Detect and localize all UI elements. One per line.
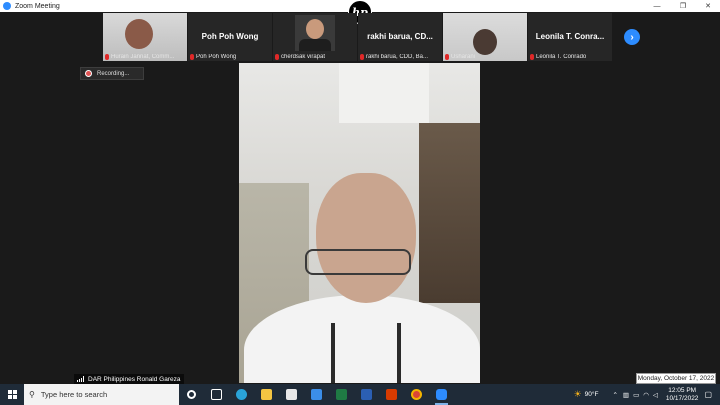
participant-tile[interactable]: rakhi barua, CD... rakhi barua, CDD, Ba.… (358, 13, 442, 61)
participant-display-name: Leonila T. Conra... (535, 32, 605, 41)
battery-icon[interactable]: ▭ (633, 391, 639, 399)
next-page-button[interactable]: › (624, 29, 640, 45)
participant-name: cherdsak virapat (281, 54, 326, 60)
participant-tile[interactable]: Usharani (443, 13, 527, 61)
network-icon[interactable]: ▥ (623, 391, 629, 399)
store-icon[interactable] (279, 384, 304, 405)
restore-button[interactable]: ❐ (671, 0, 695, 12)
participant-display-name: rakhi barua, CD... (367, 32, 433, 41)
close-button[interactable]: ✕ (696, 0, 720, 12)
clock-date: 10/17/2022 (665, 394, 699, 402)
recording-label: Recording... (97, 70, 130, 77)
windows-logo-icon (7, 390, 17, 399)
participant-tile[interactable]: Hurain Jannat, Comm... (103, 13, 187, 61)
participant-display-name: Poh Poh Wong (201, 32, 259, 41)
active-speaker-video (239, 63, 480, 383)
mic-muted-icon (445, 54, 449, 60)
participant-video (125, 19, 153, 49)
minimize-button[interactable]: — (645, 0, 669, 12)
volume-icon[interactable]: ◁ (653, 391, 658, 399)
zoom-app-icon (3, 2, 11, 10)
task-view-icon[interactable] (204, 384, 229, 405)
participant-video (473, 29, 497, 55)
signal-bars-icon (77, 376, 85, 382)
date-tooltip: Monday, October 17, 2022 (636, 373, 716, 384)
word-icon[interactable] (354, 384, 379, 405)
clock-time: 12:05 PM (668, 386, 697, 394)
recording-indicator[interactable]: Recording... (80, 67, 144, 80)
search-placeholder: Type here to search (40, 390, 108, 399)
taskbar-clock[interactable]: 12:05 PM 10/17/2022 (666, 387, 699, 403)
search-icon: ⚲ (29, 390, 35, 399)
office-icon[interactable] (379, 384, 404, 405)
speaker-name: DAR Philippines Ronald Gareza (88, 375, 181, 383)
participant-name: Usharani (451, 54, 476, 60)
weather-temp[interactable]: 90°F (585, 391, 599, 398)
system-tray: ☀ 90°F ⌃ ▥ ▭ ◠ ◁ 12:05 PM 10/17/2022 ▢ (574, 384, 720, 405)
cortana-icon[interactable] (179, 384, 204, 405)
participant-name: Leonila T. Conrado (536, 54, 587, 60)
mic-muted-icon (275, 54, 279, 60)
excel-icon[interactable] (329, 384, 354, 405)
mic-muted-icon (530, 54, 534, 60)
taskbar-search[interactable]: ⚲ Type here to search (24, 384, 179, 405)
participant-tile[interactable]: cherdsak virapat (273, 13, 357, 61)
mic-muted-icon (105, 54, 109, 60)
edge-icon[interactable] (229, 384, 254, 405)
mic-muted-icon (190, 54, 194, 60)
chrome-icon[interactable] (404, 384, 429, 405)
participant-tile[interactable]: Poh Poh Wong Poh Poh Wong (188, 13, 272, 61)
windows-taskbar: ⚲ Type here to search ☀ 90°F ⌃ ▥ ▭ ◠ ◁ 1… (0, 384, 720, 405)
notification-icon[interactable]: ▢ (704, 390, 712, 399)
participant-name: rakhi barua, CDD, Ba... (366, 54, 429, 60)
mic-muted-icon (360, 54, 364, 60)
participant-name: Poh Poh Wong (196, 54, 237, 60)
participant-name: Hurain Jannat, Comm... (111, 54, 175, 60)
zoom-taskbar-icon[interactable] (429, 384, 454, 405)
file-explorer-icon[interactable] (254, 384, 279, 405)
record-icon (85, 70, 92, 77)
start-button[interactable] (0, 384, 24, 405)
participant-gallery: Hurain Jannat, Comm... Poh Poh Wong Poh … (103, 13, 613, 61)
meeting-stage: hp Hurain Jannat, Comm... Poh Poh Wong P… (0, 0, 720, 384)
participant-video (295, 15, 335, 51)
speaker-name-label: DAR Philippines Ronald Gareza (74, 374, 184, 384)
window-title: Zoom Meeting (15, 2, 60, 10)
wifi-icon[interactable]: ◠ (643, 391, 649, 399)
weather-icon[interactable]: ☀ (574, 389, 582, 400)
mail-icon[interactable] (304, 384, 329, 405)
participant-tile[interactable]: Leonila T. Conra... Leonila T. Conrado (528, 13, 612, 61)
chevron-up-icon[interactable]: ⌃ (612, 391, 617, 399)
